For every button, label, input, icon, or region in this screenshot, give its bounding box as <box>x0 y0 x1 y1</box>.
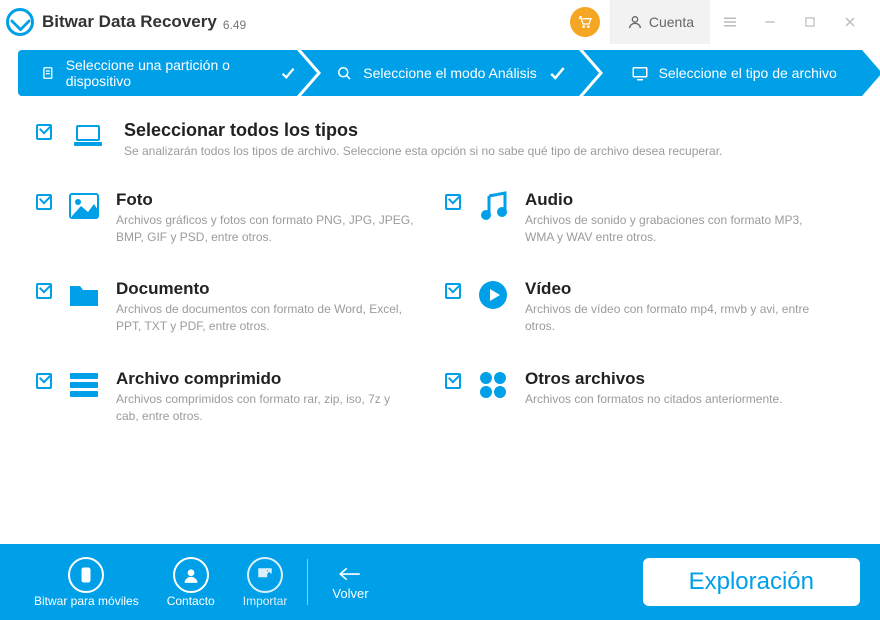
type-photo: Foto Archivos gráficos y fotos con forma… <box>36 190 435 246</box>
archive-desc: Archivos comprimidos con formato rar, zi… <box>116 391 416 425</box>
video-title: Vídeo <box>525 279 825 299</box>
monitor-icon <box>631 64 649 82</box>
back-label: Volver <box>332 586 368 601</box>
footer-contact-label: Contacto <box>167 594 215 608</box>
all-title: Seleccionar todos los tipos <box>124 120 722 141</box>
footer-divider <box>307 559 308 605</box>
laptop-icon <box>70 120 106 152</box>
step3-label: Seleccione el tipo de archivo <box>659 65 837 81</box>
footer-contact-button[interactable]: Contacto <box>153 557 229 608</box>
close-button[interactable] <box>830 0 870 44</box>
app-logo-icon <box>6 8 34 36</box>
audio-title: Audio <box>525 190 825 210</box>
footer-mobile-button[interactable]: Bitwar para móviles <box>20 557 153 608</box>
checkbox-archive[interactable] <box>36 373 52 389</box>
folder-icon <box>66 279 102 335</box>
clipboard-icon <box>40 64 56 82</box>
grid-icon <box>475 369 511 425</box>
person-icon <box>627 14 643 30</box>
file-type-panel: Seleccionar todos los tipos Se analizará… <box>0 96 880 425</box>
footer-bar: Bitwar para móviles Contacto Importar Vo… <box>0 544 880 620</box>
audio-desc: Archivos de sonido y grabaciones con for… <box>525 212 825 246</box>
checkbox-photo[interactable] <box>36 194 52 210</box>
app-title: Bitwar Data Recovery <box>42 12 217 32</box>
minimize-button[interactable] <box>750 0 790 44</box>
account-label: Cuenta <box>649 14 694 30</box>
minimize-icon <box>762 14 778 30</box>
type-archive: Archivo comprimido Archivos comprimidos … <box>36 369 435 425</box>
phone-icon <box>77 566 95 584</box>
document-title: Documento <box>116 279 416 299</box>
check-icon <box>547 63 567 83</box>
step-scan-mode[interactable]: Seleccione el modo Análisis <box>301 50 580 96</box>
step1-label: Seleccione una partición o dispositivo <box>66 57 270 89</box>
app-version: 6.49 <box>223 18 246 32</box>
footer-mobile-label: Bitwar para móviles <box>34 594 139 608</box>
footer-import-label: Importar <box>243 594 288 608</box>
type-other: Otros archivos Archivos con formatos no … <box>445 369 844 425</box>
cart-icon <box>577 14 593 30</box>
maximize-icon <box>803 15 817 29</box>
checkbox-all[interactable] <box>36 124 52 140</box>
account-button[interactable]: Cuenta <box>610 0 710 44</box>
footer-import-button[interactable]: Importar <box>229 557 302 608</box>
checkbox-video[interactable] <box>445 283 461 299</box>
select-all-row: Seleccionar todos los tipos Se analizará… <box>36 120 844 160</box>
step2-label: Seleccione el modo Análisis <box>363 65 537 81</box>
stack-icon <box>66 369 102 425</box>
document-desc: Archivos de documentos con formato de Wo… <box>116 301 416 335</box>
checkbox-document[interactable] <box>36 283 52 299</box>
type-video: Vídeo Archivos de vídeo con formato mp4,… <box>445 279 844 335</box>
scan-button[interactable]: Exploración <box>643 558 860 606</box>
import-icon <box>256 566 274 584</box>
search-icon <box>335 64 353 82</box>
archive-title: Archivo comprimido <box>116 369 416 389</box>
checkbox-audio[interactable] <box>445 194 461 210</box>
step-file-type[interactable]: Seleccione el tipo de archivo <box>583 50 862 96</box>
person2-icon <box>182 566 200 584</box>
close-icon <box>842 14 858 30</box>
hamburger-icon <box>721 13 739 31</box>
photo-title: Foto <box>116 190 416 210</box>
purchase-button[interactable] <box>570 7 600 37</box>
arrow-left-icon <box>337 564 363 584</box>
other-desc: Archivos con formatos no citados anterio… <box>525 391 782 408</box>
type-audio: Audio Archivos de sonido y grabaciones c… <box>445 190 844 246</box>
maximize-button[interactable] <box>790 0 830 44</box>
all-desc: Se analizarán todos los tipos de archivo… <box>124 143 722 160</box>
play-icon <box>475 279 511 335</box>
image-icon <box>66 190 102 246</box>
wizard-steps: Seleccione una partición o dispositivo S… <box>18 50 862 96</box>
type-document: Documento Archivos de documentos con for… <box>36 279 435 335</box>
back-button[interactable]: Volver <box>322 564 378 601</box>
photo-desc: Archivos gráficos y fotos con formato PN… <box>116 212 416 246</box>
other-title: Otros archivos <box>525 369 782 389</box>
video-desc: Archivos de vídeo con formato mp4, rmvb … <box>525 301 825 335</box>
check-icon <box>279 63 296 83</box>
music-icon <box>475 190 511 246</box>
menu-button[interactable] <box>710 0 750 44</box>
step-select-partition[interactable]: Seleccione una partición o dispositivo <box>18 50 297 96</box>
checkbox-other[interactable] <box>445 373 461 389</box>
titlebar: Bitwar Data Recovery 6.49 Cuenta <box>0 0 880 44</box>
